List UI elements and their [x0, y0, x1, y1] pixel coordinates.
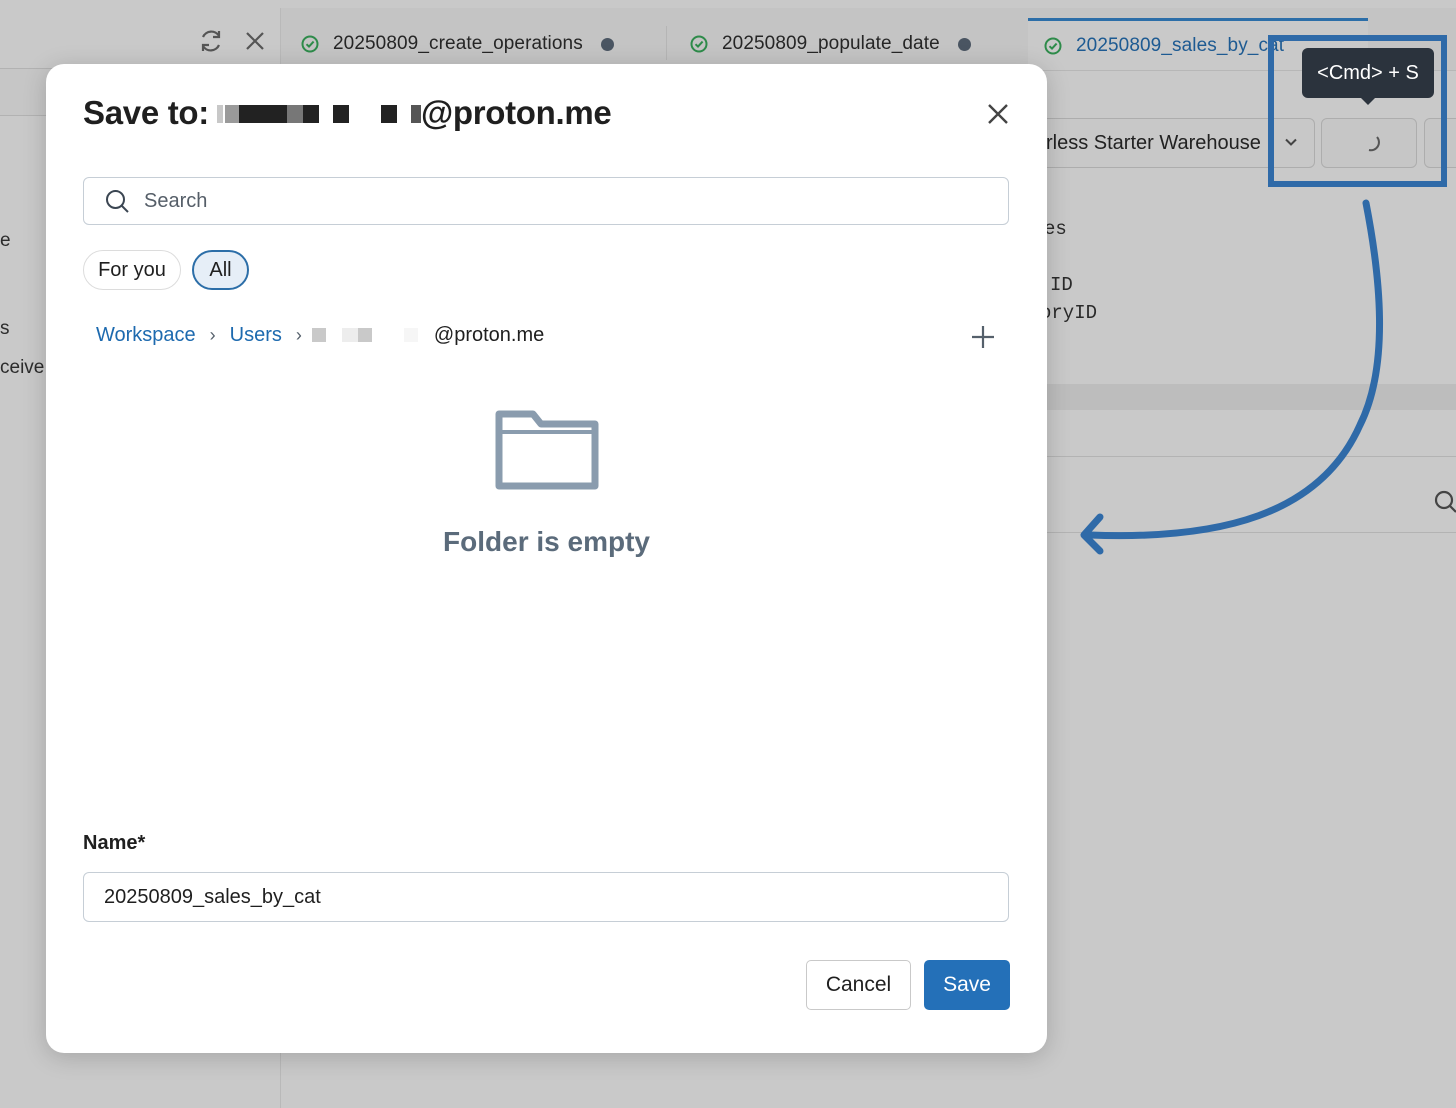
tooltip-text: <Cmd> + S [1317, 61, 1419, 84]
save-dialog: Save to: @proton.me For you All Workspac… [46, 64, 1047, 1053]
tab-label: 20250809_populate_date [722, 33, 940, 54]
search-icon[interactable] [1432, 488, 1456, 514]
breadcrumb-current-user: @proton.me [311, 323, 545, 347]
search-field[interactable] [83, 177, 1009, 225]
chevron-right-icon: › [295, 324, 302, 345]
unsaved-dot-icon [600, 37, 614, 51]
breadcrumb-users[interactable]: Users [230, 324, 282, 347]
redacted-username [311, 328, 418, 342]
tab-divider [666, 26, 667, 60]
left-panel-header [0, 8, 280, 60]
breadcrumb-workspace[interactable]: Workspace [96, 324, 196, 347]
filter-all[interactable]: All [192, 250, 249, 290]
search-icon [106, 190, 129, 213]
chevron-right-icon: › [209, 324, 216, 345]
shortcut-tooltip: <Cmd> + S [1302, 48, 1434, 105]
dialog-title-suffix: @proton.me [420, 94, 612, 131]
redacted-username [216, 103, 421, 123]
breadcrumb: Workspace › Users › @proton.me [96, 320, 544, 350]
unsaved-dot-icon [957, 37, 971, 51]
success-check-icon [1044, 37, 1062, 54]
filter-for-you[interactable]: For you [83, 250, 181, 290]
left-peek-text-1: e [0, 230, 11, 251]
left-peek-text-3: ceive [0, 357, 45, 378]
empty-folder-message: Folder is empty [443, 526, 650, 557]
tab-label: 20250809_create_operations [333, 33, 583, 54]
warehouse-label: rless Starter Warehouse [1046, 131, 1261, 154]
dialog-title: Save to: @proton.me [83, 94, 612, 132]
success-check-icon [690, 35, 708, 53]
success-check-icon [301, 35, 319, 53]
tab-label: 20250809_sales_by_cat [1076, 34, 1285, 56]
close-icon[interactable] [244, 30, 266, 52]
breadcrumb-user-suffix: @proton.me [433, 323, 545, 346]
tab-populate-date[interactable]: 20250809_populate_date [690, 18, 971, 70]
refresh-icon[interactable] [198, 28, 224, 54]
name-field-label: Name* [83, 832, 146, 854]
annotation-arrow-icon [1080, 199, 1383, 555]
add-folder-plus-icon[interactable] [970, 324, 996, 350]
cancel-button[interactable]: Cancel [806, 960, 911, 1010]
tab-create-operations[interactable]: 20250809_create_operations [301, 18, 614, 70]
search-input[interactable] [142, 188, 966, 214]
folder-icon [495, 410, 599, 490]
dialog-title-prefix: Save to: [83, 94, 209, 131]
name-input[interactable] [83, 872, 1009, 922]
close-icon[interactable] [984, 100, 1012, 128]
left-peek-text-2: s [0, 318, 10, 339]
save-button[interactable]: Save [924, 960, 1010, 1010]
